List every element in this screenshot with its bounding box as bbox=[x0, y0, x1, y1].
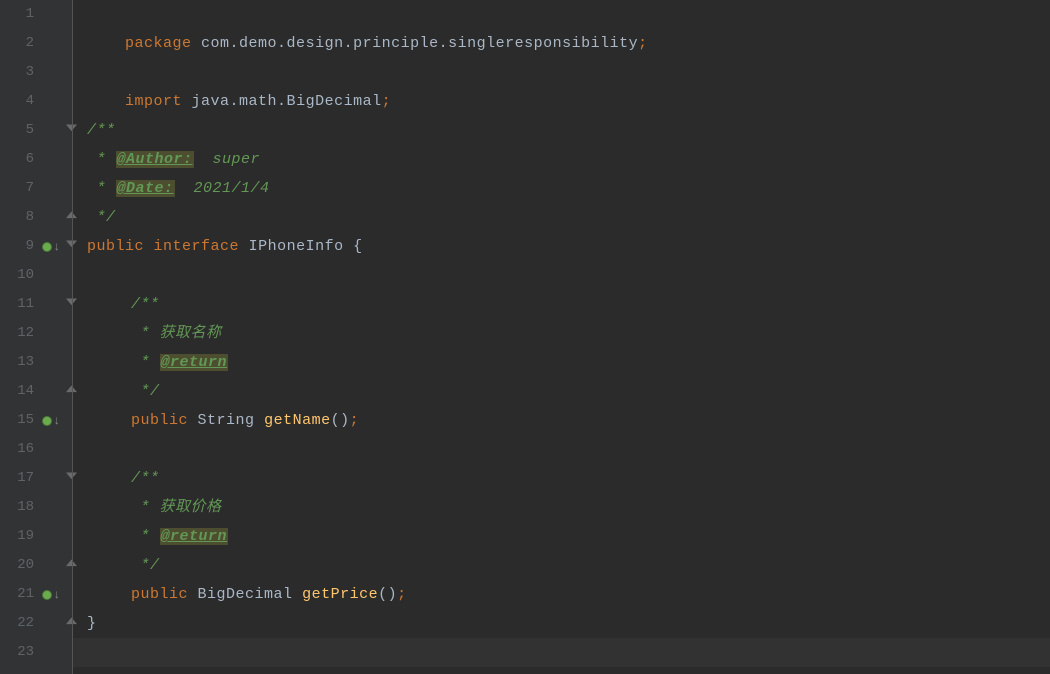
line-number: 23 bbox=[0, 638, 34, 667]
javadoc-date-tag: @Date: bbox=[116, 180, 175, 197]
javadoc-star: * bbox=[87, 180, 116, 197]
keyword: package bbox=[125, 35, 192, 52]
line-number: 4 bbox=[0, 87, 34, 116]
code-line: /** bbox=[131, 464, 160, 493]
implements-marker-icon[interactable]: ↓ bbox=[42, 580, 60, 609]
javadoc-close: */ bbox=[131, 557, 160, 574]
javadoc-author-value: super bbox=[194, 151, 261, 168]
keyword: public bbox=[131, 412, 188, 429]
javadoc-return-tag: @return bbox=[160, 528, 229, 545]
line-number: 6 bbox=[0, 145, 34, 174]
method-name: getPrice bbox=[302, 586, 378, 603]
brace-close: } bbox=[87, 615, 97, 632]
code-line: */ bbox=[131, 551, 160, 580]
current-line-highlight bbox=[73, 638, 1050, 667]
implements-marker-icon[interactable]: ↓ bbox=[42, 232, 60, 261]
code-line: } bbox=[87, 609, 97, 638]
line-number: 15 bbox=[0, 406, 34, 435]
line-number: 8 bbox=[0, 203, 34, 232]
code-line: * @return bbox=[131, 348, 228, 377]
gutter: 1 2 3 4 5 6 7 8 9 10 11 12 13 14 15 16 1… bbox=[0, 0, 72, 674]
semicolon: ; bbox=[397, 586, 407, 603]
code-line: public interface IPhoneInfo { bbox=[87, 232, 363, 261]
code-line: */ bbox=[131, 377, 160, 406]
method-name: getName bbox=[264, 412, 331, 429]
code-line: * 获取价格 bbox=[131, 493, 222, 522]
parens: () bbox=[331, 412, 350, 429]
line-number: 2 bbox=[0, 29, 34, 58]
line-number: 13 bbox=[0, 348, 34, 377]
line-number: 1 bbox=[0, 0, 34, 29]
semicolon: ; bbox=[382, 93, 392, 110]
code-line: public BigDecimal getPrice(); bbox=[131, 580, 407, 609]
line-number: 20 bbox=[0, 551, 34, 580]
javadoc-close: */ bbox=[87, 209, 116, 226]
keyword: import bbox=[125, 93, 182, 110]
return-type: BigDecimal bbox=[198, 586, 293, 603]
line-number: 21 bbox=[0, 580, 34, 609]
javadoc-star: * bbox=[87, 151, 116, 168]
keyword: interface bbox=[154, 238, 240, 255]
code-line: public String getName(); bbox=[131, 406, 359, 435]
line-number: 19 bbox=[0, 522, 34, 551]
line-number: 14 bbox=[0, 377, 34, 406]
code-line: import java.math.BigDecimal; bbox=[87, 58, 391, 87]
javadoc-close: */ bbox=[131, 383, 160, 400]
line-number: 3 bbox=[0, 58, 34, 87]
parens: () bbox=[378, 586, 397, 603]
line-number: 18 bbox=[0, 493, 34, 522]
interface-name: IPhoneInfo bbox=[249, 238, 344, 255]
javadoc-text: * 获取名称 bbox=[131, 325, 222, 342]
javadoc-open: /** bbox=[87, 122, 116, 139]
package-name: com.demo.design.principle.singleresponsi… bbox=[201, 35, 638, 52]
line-number: 10 bbox=[0, 261, 34, 290]
code-line: * 获取名称 bbox=[131, 319, 222, 348]
line-number: 22 bbox=[0, 609, 34, 638]
keyword: public bbox=[87, 238, 144, 255]
line-number: 12 bbox=[0, 319, 34, 348]
code-line: * @Author: super bbox=[87, 145, 260, 174]
javadoc-date-value: 2021/1/4 bbox=[175, 180, 270, 197]
line-number: 5 bbox=[0, 116, 34, 145]
implements-marker-icon[interactable]: ↓ bbox=[42, 406, 60, 435]
code-line: * @Date: 2021/1/4 bbox=[87, 174, 270, 203]
line-number: 11 bbox=[0, 290, 34, 319]
return-type: String bbox=[198, 412, 255, 429]
javadoc-star: * bbox=[131, 528, 160, 545]
javadoc-open: /** bbox=[131, 296, 160, 313]
keyword: public bbox=[131, 586, 188, 603]
code-editor[interactable]: package com.demo.design.principle.single… bbox=[72, 0, 1050, 674]
import-name: java.math.BigDecimal bbox=[192, 93, 382, 110]
code-line: * @return bbox=[131, 522, 228, 551]
semicolon: ; bbox=[350, 412, 360, 429]
javadoc-author-tag: @Author: bbox=[116, 151, 194, 168]
javadoc-star: * bbox=[131, 354, 160, 371]
code-line: */ bbox=[87, 203, 116, 232]
line-number: 16 bbox=[0, 435, 34, 464]
brace-open: { bbox=[353, 238, 363, 255]
line-number: 7 bbox=[0, 174, 34, 203]
code-line: /** bbox=[87, 116, 116, 145]
javadoc-text: * 获取价格 bbox=[131, 499, 222, 516]
code-line: /** bbox=[131, 290, 160, 319]
code-line: package com.demo.design.principle.single… bbox=[87, 0, 648, 29]
line-number: 9 bbox=[0, 232, 34, 261]
line-number: 17 bbox=[0, 464, 34, 493]
javadoc-open: /** bbox=[131, 470, 160, 487]
javadoc-return-tag: @return bbox=[160, 354, 229, 371]
semicolon: ; bbox=[638, 35, 648, 52]
